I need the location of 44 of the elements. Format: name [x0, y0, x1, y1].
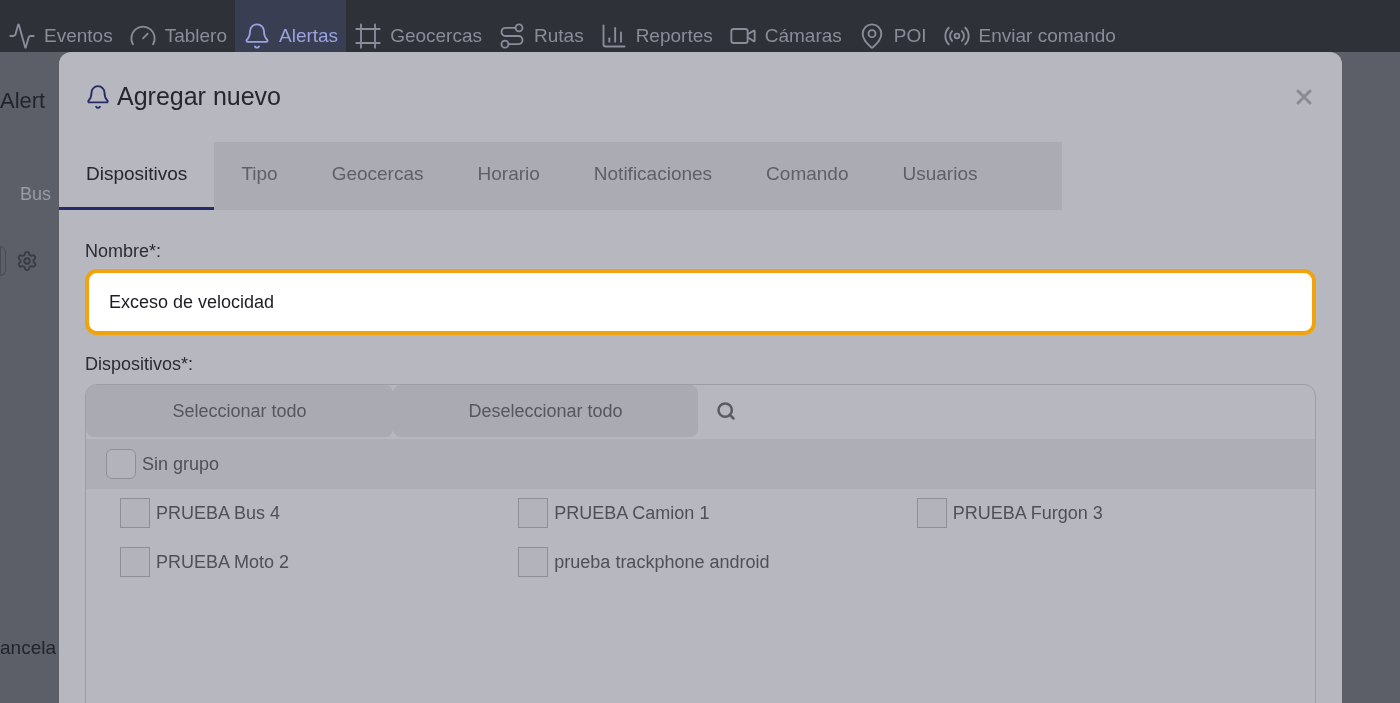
field-label: Dispositivos*:	[85, 353, 195, 376]
tab[interactable]: Notificaciones	[566, 142, 740, 210]
group-label: Sin grupo	[142, 452, 220, 476]
deselect-all-button[interactable]: Deseleccionar todo	[393, 385, 698, 437]
nav-item[interactable]: Alertas	[235, 0, 347, 52]
frame-icon	[354, 22, 383, 50]
bell-icon	[85, 84, 111, 110]
tab[interactable]: Horario	[450, 142, 567, 210]
nav-item[interactable]: POI	[849, 0, 935, 52]
pulse-icon	[8, 22, 36, 50]
nav-item[interactable]: Tablero	[120, 0, 235, 52]
checkbox[interactable]	[106, 449, 136, 479]
device-label: PRUEBA Camion 1	[554, 501, 710, 525]
gears-icon[interactable]	[16, 250, 38, 272]
device-label: PRUEBA Furgon 3	[952, 501, 1103, 525]
tab[interactable]: Dispositivos	[59, 142, 215, 210]
device-label: PRUEBA Moto 2	[156, 550, 290, 574]
cancel-button[interactable]: ancela	[0, 634, 59, 663]
checkbox[interactable]	[916, 498, 947, 528]
tab[interactable]: Comando	[739, 142, 876, 210]
nav-item[interactable]: Cámaras	[720, 0, 850, 52]
search-icon[interactable]	[716, 401, 736, 421]
dialog-title: Agregar nuevo	[117, 81, 281, 113]
route-icon	[498, 22, 526, 50]
bell-icon	[243, 22, 271, 50]
nav-item[interactable]: Enviar comando	[934, 0, 1124, 52]
field-label: Nombre*:	[85, 240, 163, 263]
checkbox[interactable]	[120, 498, 150, 528]
page-title: Alert	[0, 87, 47, 115]
checkbox[interactable]	[120, 547, 150, 577]
nav-item[interactable]: Geocercas	[346, 0, 490, 52]
name-input[interactable]: Exceso de velocidad	[85, 269, 1316, 335]
tab[interactable]: Geocercas	[304, 142, 451, 210]
nav-item[interactable]: Rutas	[490, 0, 592, 52]
tab[interactable]: Usuarios	[875, 142, 1005, 210]
tab[interactable]: Tipo	[214, 142, 305, 210]
checkbox[interactable]	[518, 547, 549, 577]
group-row[interactable]: Sin grupo	[86, 439, 1315, 489]
select-all-button[interactable]: Seleccionar todo	[86, 385, 393, 437]
device-label: PRUEBA Bus 4	[156, 501, 281, 525]
device-label: prueba trackphone android	[554, 550, 770, 574]
nav-item[interactable]: Reportes	[591, 0, 721, 52]
checkbox[interactable]	[518, 498, 549, 528]
nav-item[interactable]: Eventos	[0, 0, 121, 52]
